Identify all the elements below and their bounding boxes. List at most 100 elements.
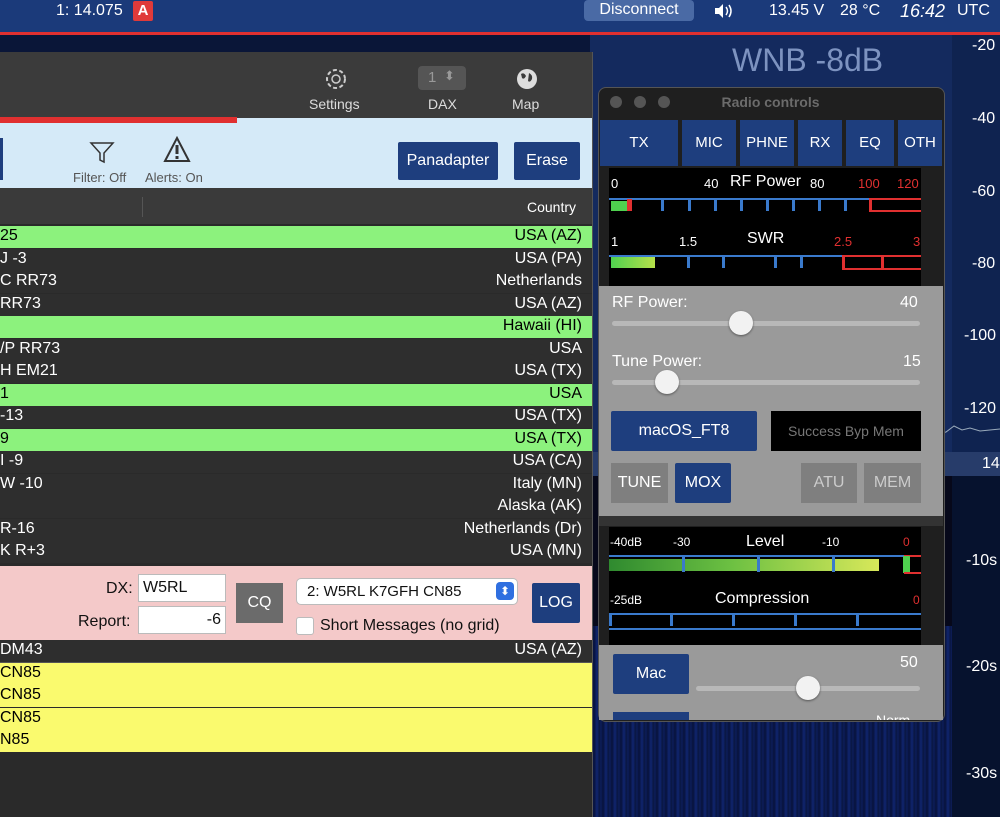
row-country: Hawaii (HI)	[502, 317, 582, 334]
swr-meter-label: SWR	[747, 230, 785, 247]
qso-row[interactable]: N85	[0, 730, 592, 752]
scale-label: -60	[972, 183, 996, 200]
list-row[interactable]: RR73 USA (AZ)	[0, 294, 592, 316]
cq-button[interactable]: CQ	[236, 583, 283, 623]
row-message: 1	[0, 385, 9, 402]
atu-button[interactable]: ATU	[801, 463, 857, 503]
dx-call-input[interactable]: W5RL	[138, 574, 226, 602]
swr-tick-mark	[881, 256, 884, 268]
tab-oth[interactable]: OTH	[898, 120, 942, 166]
short-messages-checkbox[interactable]	[296, 617, 314, 635]
filter-label[interactable]: Filter: Off	[73, 170, 126, 185]
swr-tick-mark	[842, 256, 845, 268]
tab-phne[interactable]: PHNE	[740, 120, 794, 166]
disconnect-button[interactable]: Disconnect	[584, 0, 694, 21]
swr-tick-mark	[800, 256, 803, 268]
rf-tick-mark	[714, 199, 717, 211]
rf-tick-mark	[792, 199, 795, 211]
mic-level-slider-knob[interactable]	[796, 676, 820, 700]
dax-stepper[interactable]: 1 ⬍	[418, 66, 466, 90]
row-message: R-16	[0, 520, 35, 537]
slice-frequency[interactable]: 1: 14.075	[56, 2, 123, 20]
list-row[interactable]: C RR73 Netherlands	[0, 271, 592, 293]
list-row[interactable]: H EM21 USA (TX)	[0, 361, 592, 383]
log-button[interactable]: LOG	[532, 583, 580, 623]
row-country: Italy (MN)	[512, 475, 582, 492]
rf-power-value: 40	[900, 294, 918, 311]
rf-power-meter-label: RF Power	[730, 173, 802, 190]
alert-icon[interactable]	[163, 135, 191, 164]
map-label[interactable]: Map	[512, 96, 539, 112]
list-row[interactable]: 9 USA (TX)	[0, 429, 592, 451]
level-tick-mark	[832, 556, 835, 572]
swr-tick: 2.5	[834, 234, 853, 249]
erase-button[interactable]: Erase	[514, 142, 580, 180]
dax-label[interactable]: DAX	[428, 96, 457, 112]
tab-tx[interactable]: TX	[600, 120, 678, 166]
rf-tick-mark	[688, 199, 691, 211]
row-country: USA	[549, 385, 582, 402]
mem-button[interactable]: MEM	[864, 463, 921, 503]
comp-tick-mark	[732, 614, 735, 626]
row-country: Netherlands (Dr)	[463, 520, 582, 537]
comp-scale-line	[609, 628, 921, 630]
list-row[interactable]: 1 USA	[0, 384, 592, 406]
compression-meter-label: Compression	[715, 590, 810, 607]
message-select[interactable]: 2: W5RL K7GFH CN85 ⬍	[296, 578, 518, 605]
list-row[interactable]: I -9 USA (CA)	[0, 451, 592, 473]
row-country: USA (TX)	[514, 407, 582, 424]
list-row[interactable]: 25 USA (AZ)	[0, 226, 592, 248]
list-row[interactable]: -13 USA (TX)	[0, 406, 592, 428]
list-row[interactable]: Hawaii (HI)	[0, 316, 592, 338]
row-message: C RR73	[0, 272, 57, 289]
country-column-header[interactable]: Country	[527, 199, 576, 215]
level-tick: 0	[903, 535, 910, 549]
tab-mic[interactable]: MIC	[682, 120, 736, 166]
rf-power-slider[interactable]	[612, 321, 920, 326]
scale-label: -80	[972, 255, 996, 272]
speaker-icon[interactable]	[712, 1, 736, 21]
list-row[interactable]: J -3 USA (PA)	[0, 249, 592, 271]
list-row[interactable]: /P RR73 USA	[0, 339, 592, 361]
comp-scale-line	[609, 613, 921, 615]
list-row[interactable]: R-16 Netherlands (Dr)	[0, 519, 592, 541]
row-message: 25	[0, 227, 18, 244]
gear-icon[interactable]	[323, 66, 349, 92]
strip-edge-button[interactable]	[0, 138, 3, 180]
tab-rx[interactable]: RX	[798, 120, 842, 166]
panadapter-button[interactable]: Panadapter	[398, 142, 498, 180]
list-row[interactable]: Alaska (AK)	[0, 496, 592, 518]
row-country: USA (TX)	[514, 430, 582, 447]
comp-tick-mark	[609, 614, 612, 626]
mic-source-button[interactable]: Mac	[613, 654, 689, 694]
mox-button[interactable]: MOX	[675, 463, 731, 503]
partial-button[interactable]	[613, 712, 689, 720]
tune-button[interactable]: TUNE	[611, 463, 668, 503]
list-row[interactable]: W -10 Italy (MN)	[0, 474, 592, 496]
row-country: Netherlands	[495, 272, 582, 289]
slice-badge[interactable]: A	[133, 1, 153, 21]
report-value: -6	[206, 611, 221, 628]
list-row[interactable]: K R+3 USA (MN)	[0, 541, 592, 563]
alerts-label[interactable]: Alerts: On	[145, 170, 203, 185]
filter-icon[interactable]	[89, 140, 115, 166]
row-country: USA	[549, 340, 582, 357]
settings-label[interactable]: Settings	[309, 96, 360, 112]
globe-icon[interactable]	[514, 66, 540, 92]
level-tick-mark	[757, 556, 760, 572]
short-messages-label[interactable]: Short Messages (no grid)	[320, 617, 500, 635]
qso-row[interactable]: CN85	[0, 708, 592, 730]
row-country: Alaska (AK)	[497, 497, 582, 514]
partial-label: Norm	[876, 712, 911, 720]
qso-row[interactable]: DM43 USA (AZ)	[0, 640, 592, 663]
row-message: DM43	[0, 641, 43, 658]
qso-row[interactable]: CN85	[0, 685, 592, 707]
profile-button[interactable]: macOS_FT8	[611, 411, 757, 451]
qso-row[interactable]: CN85	[0, 663, 592, 685]
tab-eq[interactable]: EQ	[846, 120, 894, 166]
level-scale-line-red	[904, 572, 921, 574]
report-input[interactable]: -6	[138, 606, 226, 634]
comp-tick-mark	[670, 614, 673, 626]
status-display: Success Byp Mem	[771, 411, 921, 451]
row-country: USA (PA)	[514, 250, 582, 267]
